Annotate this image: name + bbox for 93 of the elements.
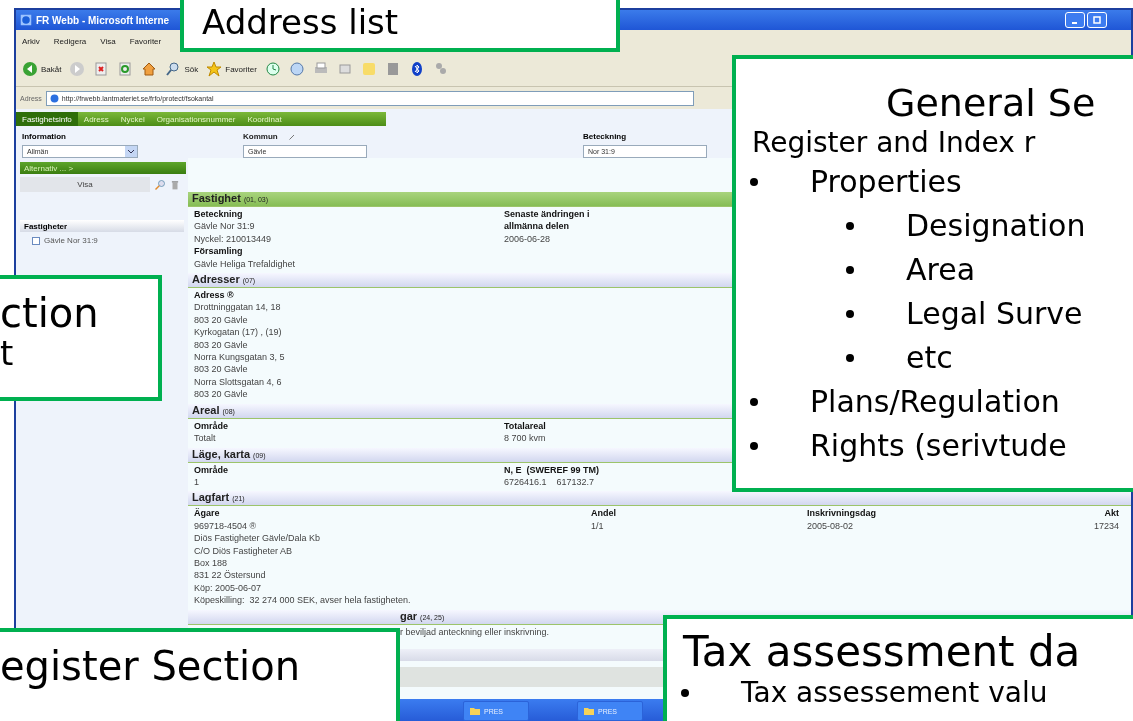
- bullet-text: Legal Surve: [906, 294, 1083, 333]
- bullet-icon: [846, 221, 854, 230]
- field-value: C/O Diös Fastigheter AB: [193, 544, 292, 557]
- bullet-text: Tax assessement valu: [741, 675, 1048, 712]
- window-title: FR Webb - Microsoft Interne: [36, 14, 170, 26]
- callout-title: General Se: [885, 80, 1097, 125]
- field-label: Adress ®: [193, 289, 234, 302]
- folder-icon: [583, 707, 594, 715]
- field-value: 1/1: [590, 519, 604, 533]
- field-value: Kyrkogatan (17) , (19): [193, 326, 282, 339]
- bullet-icon: [846, 309, 854, 318]
- field-label: Församling: [193, 245, 243, 258]
- callout-title: Tax assessment da: [682, 626, 1082, 676]
- field-value: Norra Kungsgatan 3, 5: [193, 351, 285, 364]
- options-bar[interactable]: Alternativ ... >: [20, 162, 186, 174]
- property-item[interactable]: Gävle Nor 31:9: [44, 236, 98, 245]
- field-value: 17234: [1093, 519, 1119, 533]
- field-value: Gävle Nor 31:9: [193, 220, 255, 233]
- checkbox[interactable]: [32, 236, 40, 245]
- bullet-text: Designation: [906, 206, 1086, 245]
- field-value: r beviljad anteckning eller inskrivning.: [399, 625, 551, 638]
- field-value: Gävle Heliga Trefaldighet: [193, 257, 296, 271]
- nav-tab[interactable]: Fastighetsinfo: [16, 112, 78, 126]
- bullet-icon: [846, 353, 854, 362]
- field-label: Område: [193, 419, 228, 433]
- field-value: Box 188: [193, 556, 227, 570]
- field-label: Beteckning: [193, 208, 243, 221]
- maximize-icon: [1093, 16, 1101, 24]
- field-value: 803 20 Gävle: [193, 388, 248, 401]
- field-value: 2006-06-28: [503, 232, 550, 246]
- field-value: Totalt: [193, 432, 216, 445]
- callout-title: egister Section: [0, 642, 302, 688]
- trash-icon: [170, 178, 180, 191]
- minimize-button[interactable]: [1065, 12, 1085, 28]
- refresh-icon[interactable]: [117, 61, 134, 77]
- favorites-button[interactable]: Favoriter: [206, 61, 257, 77]
- folder-icon: [469, 707, 480, 715]
- star-icon: [206, 61, 223, 77]
- menu-item[interactable]: Favoriter: [129, 36, 162, 46]
- field-label: Akt: [1104, 507, 1119, 520]
- field-value: 1: [193, 475, 199, 489]
- maximize-button[interactable]: [1087, 12, 1107, 28]
- bullet-icon: [750, 397, 758, 406]
- field-value: Diös Fastigheter Gävle/Dala Kb: [193, 532, 321, 545]
- list-header: Fastigheter: [20, 220, 184, 232]
- forward-icon[interactable]: [69, 61, 86, 77]
- field-value: 803 20 Gävle: [193, 338, 248, 352]
- field-value: 8 700 kvm: [503, 432, 546, 445]
- back-button[interactable]: Bakåt: [22, 61, 62, 77]
- search-icon: [165, 61, 182, 77]
- field-label: Kommun: [243, 132, 278, 141]
- home-icon[interactable]: [141, 61, 158, 77]
- field-label: Inskrivningsdag: [806, 507, 876, 520]
- bullet-icon: [750, 441, 758, 450]
- callout-title: ction: [0, 289, 100, 335]
- callout-subtitle: Register and Index r: [751, 124, 1037, 160]
- history-icon[interactable]: [264, 61, 281, 77]
- pencil-icon: [287, 132, 296, 141]
- caret-icon[interactable]: [125, 146, 137, 157]
- menu-item[interactable]: Arkiv: [22, 36, 40, 46]
- menu-item[interactable]: Redigera: [53, 36, 87, 46]
- field-value: 2005-08-02: [806, 519, 853, 533]
- field-label: allmänna delen: [503, 220, 569, 233]
- field-value: 6726416.1 617132.7: [503, 475, 595, 489]
- field-value: Köp: 2005-06-07: [193, 581, 262, 595]
- field-label: Beteckning: [583, 132, 628, 141]
- field-value: Drottninggatan 14, 18: [193, 301, 281, 314]
- show-button[interactable]: Visa: [20, 177, 150, 192]
- field-label: Ägare: [193, 507, 220, 520]
- field-label: Senaste ändringen i: [503, 208, 590, 221]
- bullet-icon: [750, 177, 758, 186]
- field-value: Norra Slottsgatan 4, 6: [193, 375, 282, 389]
- field-label: N, E (SWEREF 99 TM): [503, 463, 599, 476]
- field-value: Köpeskilling: 32 274 000 SEK, avser hela fastigheten.: [193, 594, 411, 607]
- field-value: 969718-4504 ®: [193, 519, 257, 533]
- field-value: 831 22 Östersund: [193, 569, 266, 582]
- field-label: Område: [193, 463, 228, 476]
- search-button[interactable]: Sök: [165, 61, 199, 77]
- stop-icon[interactable]: [93, 61, 110, 77]
- field-label: Information: [22, 132, 67, 141]
- field-value: 803 20 Gävle: [193, 313, 248, 327]
- field-value: Nyckel: 210013449: [193, 232, 272, 246]
- field-label: Totalareal: [503, 419, 546, 433]
- search-icon: [154, 178, 166, 191]
- bullet-text: etc: [906, 338, 953, 377]
- browser-icon: [20, 14, 32, 26]
- bullet-icon: [681, 689, 689, 698]
- field-label: Andel: [590, 507, 616, 520]
- callout-text: t: [0, 335, 15, 373]
- menu-item[interactable]: Visa: [100, 36, 116, 46]
- bullet-icon: [846, 265, 854, 274]
- field-value: 803 20 Gävle: [193, 363, 248, 376]
- callout-title: Address list: [201, 1, 400, 42]
